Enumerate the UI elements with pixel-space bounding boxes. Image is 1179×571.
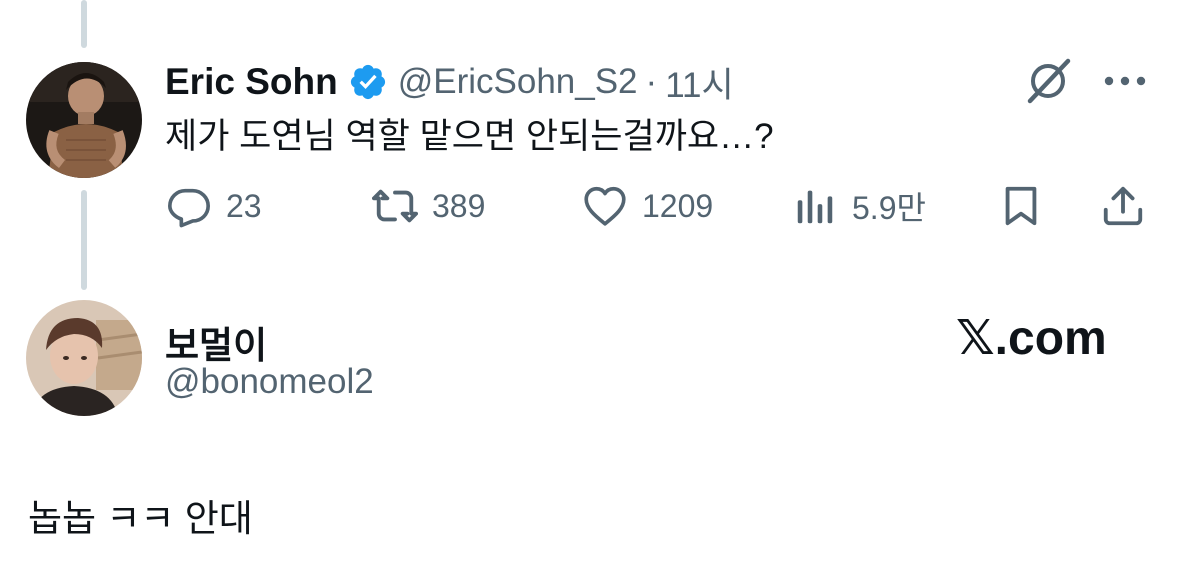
bookmark-icon (1005, 186, 1037, 226)
verified-badge-icon[interactable] (348, 62, 388, 102)
reply-user-avatar-image (26, 300, 142, 416)
reply-count: 23 (226, 187, 262, 224)
bookmark-button[interactable] (998, 178, 1044, 234)
author-name[interactable]: Eric Sohn (165, 61, 338, 103)
share-button[interactable] (1100, 178, 1146, 234)
reply-user-handle[interactable]: @bonomeol2 (165, 362, 374, 402)
x-com-watermark: 𝕏.com (956, 312, 1107, 365)
view-count: 5.9만 (852, 190, 926, 226)
repost-button[interactable]: 389 (372, 178, 485, 234)
views-button[interactable]: 5.9만 (792, 178, 926, 234)
repost-count: 389 (432, 187, 486, 224)
author-handle[interactable]: @EricSohn_S2 (398, 62, 638, 102)
more-icon[interactable] (1102, 66, 1148, 96)
tweet-header: Eric Sohn @EricSohn_S2 · 11시 (165, 58, 734, 106)
reply-user-name[interactable]: 보멀이 (165, 315, 267, 369)
author-avatar[interactable] (26, 62, 142, 178)
thread-line-top (81, 0, 87, 48)
tweet-time[interactable]: 11시 (665, 57, 734, 108)
heart-icon (584, 186, 626, 226)
like-button[interactable]: 1209 (582, 178, 713, 234)
reply-user-avatar[interactable] (26, 300, 142, 416)
author-avatar-image (26, 62, 142, 178)
tweet-text: 제가 도연님 역할 맡으면 안되는걸까요…? (165, 117, 774, 156)
separator-dot: · (645, 62, 658, 101)
reply-icon (168, 188, 210, 228)
share-icon (1103, 186, 1143, 226)
repost-icon (372, 189, 418, 223)
views-chart-icon (797, 190, 833, 224)
like-count: 1209 (642, 187, 714, 224)
tweet-actions: 23 389 1209 5.9만 (0, 178, 1179, 234)
reply-text: 놉놉 ㅋㅋ 안대 (28, 498, 253, 539)
reply-button[interactable]: 23 (166, 178, 262, 234)
grok-icon[interactable] (1024, 57, 1072, 105)
